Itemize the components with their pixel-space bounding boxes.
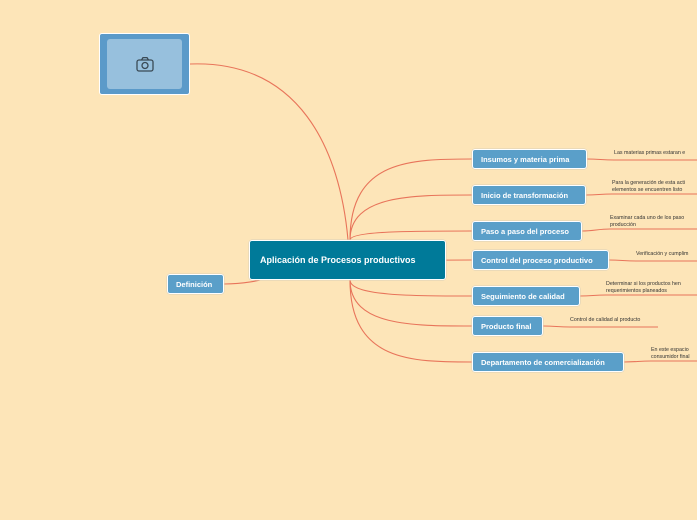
branch-node[interactable]: Departamento de comercialización	[472, 352, 624, 372]
note-line: consumidor final	[651, 354, 690, 360]
branch-label: Producto final	[481, 321, 532, 331]
branch-label: Paso a paso del proceso	[481, 226, 569, 236]
branch-note: Verificación y cumplim	[636, 251, 697, 258]
branch-node[interactable]: Paso a paso del proceso	[472, 221, 582, 241]
link-branch	[349, 230, 473, 241]
note-line: Las materias primas estaran e	[614, 150, 686, 156]
branch-node[interactable]: Seguimiento de calidad	[472, 286, 580, 306]
note-line: Control de calidad al producto	[570, 317, 641, 323]
branch-note: Las materias primas estaran e	[614, 150, 697, 157]
link-branch	[349, 279, 473, 297]
link-note	[586, 158, 615, 161]
definition-node[interactable]: Definición	[167, 274, 224, 294]
link-branch	[349, 279, 473, 363]
branch-note: Examinar cada uno de los paso producción	[610, 215, 697, 229]
definition-label: Definición	[176, 279, 213, 289]
branch-label: Control del proceso productivo	[481, 255, 593, 265]
link-note	[623, 360, 652, 363]
link-note	[581, 228, 611, 232]
image-placeholder	[107, 39, 182, 89]
note-line: En este espacio	[651, 347, 689, 353]
branch-label: Insumos y materia prima	[481, 154, 570, 164]
note-line: producción	[610, 222, 636, 228]
central-topic[interactable]: Aplicación de Procesos productivos	[249, 240, 446, 280]
branch-note: Para la generación de esta acti elementos…	[612, 180, 697, 194]
branch-note: En este espacio consumidor final	[651, 347, 697, 361]
camera-icon	[135, 56, 154, 72]
note-line: Verificación y cumplim	[636, 251, 689, 257]
image-node[interactable]	[99, 33, 190, 95]
note-line: Examinar cada uno de los paso	[610, 215, 685, 221]
note-line: Determinar si los productos hen	[606, 281, 681, 287]
branch-node[interactable]: Inicio de transformación	[472, 185, 586, 205]
note-line: elementos se encuentren listo	[612, 187, 683, 193]
link-note	[542, 325, 571, 328]
branch-note: Determinar si los productos hen requerimi…	[606, 281, 697, 295]
central-topic-label: Aplicación de Procesos productivos	[260, 254, 416, 265]
branch-node[interactable]: Insumos y materia prima	[472, 149, 587, 169]
link-branch	[349, 158, 473, 241]
branch-label: Departamento de comercialización	[481, 357, 605, 367]
link-note	[585, 193, 613, 196]
link-note	[608, 259, 637, 262]
branch-node[interactable]: Control del proceso productivo	[472, 250, 609, 270]
branch-label: Inicio de transformación	[481, 190, 569, 200]
branch-note: Control de calidad al producto	[570, 317, 697, 324]
note-line: requerimientos planeados	[606, 288, 667, 294]
note-line: Para la generación de esta acti	[612, 180, 686, 186]
branch-label: Seguimiento de calidad	[481, 291, 565, 301]
link-image	[189, 63, 349, 241]
link-branch	[349, 279, 473, 327]
link-note	[579, 294, 607, 297]
branch-node[interactable]: Producto final	[472, 316, 543, 336]
